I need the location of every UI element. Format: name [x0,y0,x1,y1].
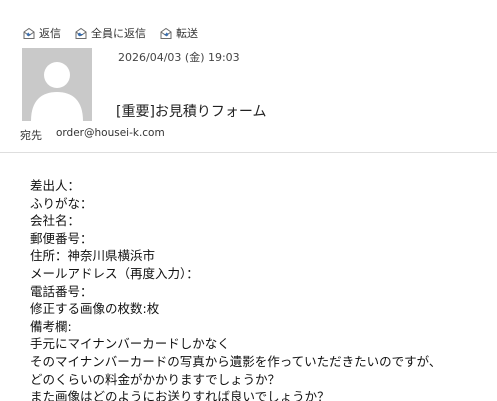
body-line: 郵便番号： [30,230,93,246]
message-subject: [重要]お見積りフォーム [116,104,267,120]
forward-label: 転送 [176,27,198,40]
body-line: そのマイナンバーカードの写真から遺影を作っていただきたいのですが、 [30,353,442,369]
recipient-row: 宛先 order@housei-k.com [20,127,165,143]
body-line: 住所：神奈川県横浜市 [30,248,156,264]
forward-button[interactable]: 転送 [159,25,198,41]
body-line: 会社名： [30,213,81,229]
body-line: 修正する画像の枚数:枚 [30,301,160,317]
message-body: 差出人： ふりがな： 会社名： 郵便番号： 住所：神奈川県横浜市 メールアドレス… [30,177,495,401]
body-line: また画像はどのようにお送りすれば良いでしょうか？ [30,389,330,401]
body-line: メールアドレス（再度入力）： [30,265,199,281]
reply-button[interactable]: 返信 [22,25,61,41]
sender-avatar [22,48,92,121]
forward-icon [159,27,173,40]
reply-label: 返信 [39,27,61,40]
body-line: ふりがな： [30,195,93,211]
reply-all-icon [74,27,88,40]
message-header: 返信 全員に返信 転送 2026/04/03 (金) 19:03 [重要]お見積… [0,0,497,152]
reply-icon [22,27,36,40]
header-divider [0,152,497,153]
body-line: 手元にマイナンバーカードしかなく [30,336,230,352]
body-line: 差出人： [30,178,81,193]
recipient-address[interactable]: order@housei-k.com [56,127,165,143]
recipient-label: 宛先 [20,129,42,142]
message-date: 2026/04/03 (金) 19:03 [118,51,240,64]
reply-all-label: 全員に返信 [91,27,146,40]
person-silhouette-icon [22,48,92,121]
message-toolbar: 返信 全員に返信 転送 [22,24,211,42]
body-line: 備考欄: [30,318,72,334]
body-line: 電話番号： [30,283,93,299]
body-line: どのくらいの料金がかかりますでしょうか？ [30,371,281,387]
reply-all-button[interactable]: 全員に返信 [74,25,146,41]
